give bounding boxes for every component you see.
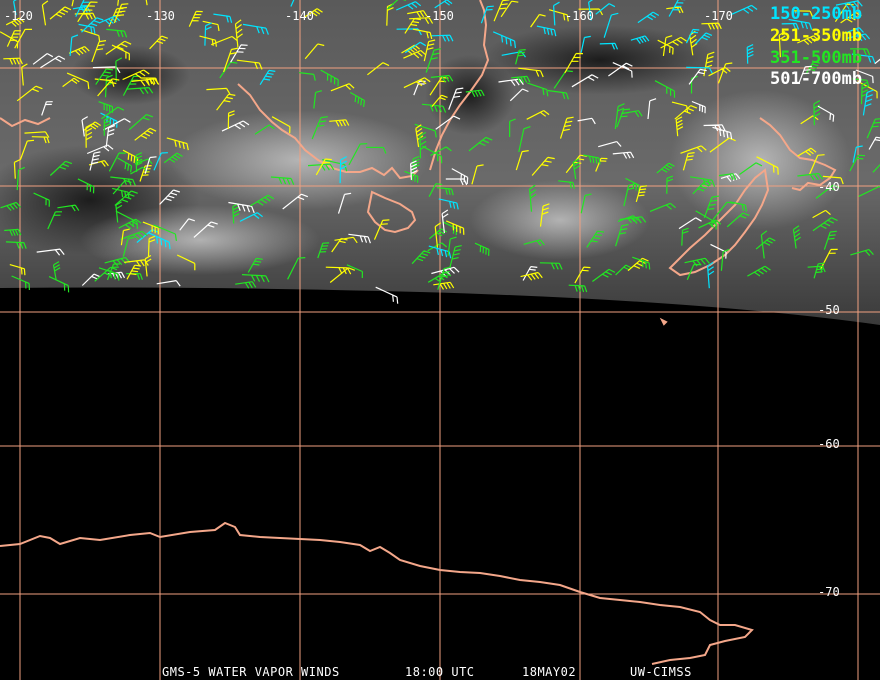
lon-label: -130 bbox=[146, 9, 175, 23]
legend-item-501-700mb: 501-700mb bbox=[770, 69, 862, 89]
lon-label: -140 bbox=[285, 9, 314, 23]
satellite-wind-map: -120 -130 -140 -150 -160 -170 -40 -50 -6… bbox=[0, 0, 880, 680]
lat-label: -70 bbox=[818, 585, 840, 599]
caption-source: UW-CIMSS bbox=[630, 665, 692, 679]
caption-satellite: GMS-5 WATER VAPOR WINDS bbox=[162, 665, 340, 679]
caption-date: 18MAY02 bbox=[522, 665, 576, 679]
lat-label: -50 bbox=[818, 303, 840, 317]
image-caption: GMS-5 WATER VAPOR WINDS 18:00 UTC 18MAY0… bbox=[162, 665, 692, 679]
lat-label: -60 bbox=[818, 437, 840, 451]
lon-label: -170 bbox=[704, 9, 733, 23]
lon-label: -160 bbox=[565, 9, 594, 23]
legend-item-251-350mb: 251-350mb bbox=[770, 26, 862, 46]
legend-item-351-500mb: 351-500mb bbox=[770, 48, 862, 68]
lat-label: -40 bbox=[818, 180, 840, 194]
islet bbox=[659, 317, 668, 326]
caption-time: 18:00 UTC bbox=[405, 665, 475, 679]
legend-item-150-250mb: 150-250mb bbox=[770, 4, 862, 24]
lon-label: -120 bbox=[4, 9, 33, 23]
lon-label: -150 bbox=[425, 9, 454, 23]
